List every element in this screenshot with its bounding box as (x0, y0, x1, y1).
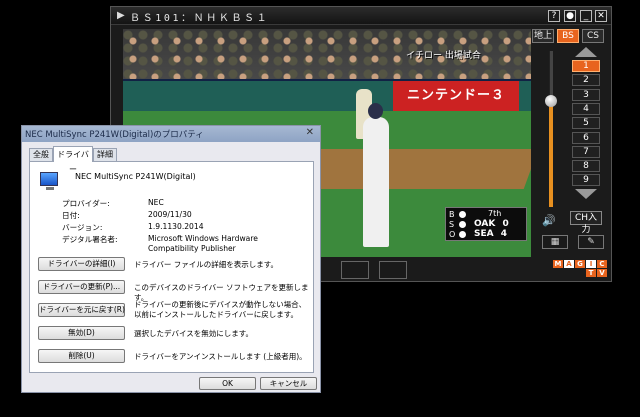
cancel-button[interactable]: キャンセル (260, 377, 317, 390)
channel-title: ＢＳ101：ＮＨＫＢＳ１ (130, 13, 270, 24)
ball-label: B (449, 210, 455, 219)
play-icon: ▶ (117, 10, 125, 21)
logo-letter: V (597, 269, 607, 277)
speaker-icon[interactable]: 🔊 (542, 214, 556, 227)
settings-tool-icon[interactable]: ✎ (578, 235, 604, 249)
driver-details-desc: ドライバー ファイルの詳細を表示します。 (134, 260, 278, 269)
disable-device-desc: 選択したデバイスを無効にします。 (134, 329, 254, 338)
close-button[interactable]: ✕ (595, 10, 607, 22)
logo-letter: M (553, 260, 563, 268)
update-driver-button[interactable]: ドライバーの更新(P)... (38, 280, 125, 294)
channel-button-6[interactable]: 6 (572, 131, 600, 144)
driver-panel: NEC MultiSync P241W(Digital) プロバイダー: NEC… (29, 161, 314, 373)
logo-letter: A (564, 260, 574, 268)
logo-letter: T (586, 269, 596, 277)
prop-value: Microsoft Windows Hardware Compatibility… (148, 234, 258, 253)
channel-input-button[interactable]: CH入力 (570, 211, 602, 235)
bs-button[interactable]: BS (557, 29, 579, 43)
volume-slider-knob[interactable] (545, 94, 557, 107)
bso-labels: B S O (449, 210, 457, 240)
logo-letter: C (597, 260, 607, 268)
inning-label: 7th (488, 209, 502, 218)
magic-tv-logo: MAGICTV (553, 260, 609, 278)
terrestrial-button[interactable]: 地上 (532, 29, 554, 43)
channel-up-arrow[interactable] (575, 47, 597, 57)
dialog-close-icon[interactable]: ✕ (306, 127, 314, 138)
tab-general[interactable]: 全般 (29, 148, 53, 161)
ok-button[interactable]: OK (199, 377, 256, 390)
away-score: 0 (502, 219, 509, 229)
score-row-home: SEA 4 (474, 229, 507, 239)
tv-title-bar[interactable]: ▶ ＢＳ101：ＮＨＫＢＳ１ ? ● _ ✕ (111, 7, 611, 25)
channel-button-3[interactable]: 3 (572, 88, 600, 101)
prop-value: 2009/11/30 (148, 210, 192, 219)
pitcher-player (363, 103, 389, 247)
control-panel: 地上 BS CS 🔊 1 234 567 89 CH入力 ▦ ✎ (532, 29, 611, 259)
device-name: NEC MultiSync P241W(Digital) (75, 172, 196, 181)
volume-slider-fill (549, 100, 553, 207)
channel-button-8[interactable]: 8 (572, 160, 600, 173)
logo-letter: G (575, 260, 585, 268)
home-team: SEA (474, 229, 494, 239)
away-team: OAK (474, 219, 496, 229)
dialog-title: NEC MultiSync P241W(Digital)のプロパティ (25, 130, 204, 140)
channel-button-4[interactable]: 4 (572, 102, 600, 115)
help-button[interactable]: ? (548, 10, 560, 22)
logo-letter: I (586, 260, 596, 268)
bottom-toolbar (321, 261, 541, 279)
channel-button-1[interactable]: 1 (572, 60, 600, 72)
snapshot-icon[interactable] (379, 261, 407, 279)
channel-button-2[interactable]: 2 (572, 74, 600, 87)
prop-key: バージョン: (62, 223, 103, 232)
prop-key: 日付: (62, 211, 80, 220)
channel-button-7[interactable]: 7 (572, 145, 600, 158)
rollback-driver-desc: ドライバーの更新後にデバイスが動作しない場合、以前にインストールしたドライバーに… (134, 300, 307, 319)
uninstall-driver-button[interactable]: 削除(U) (38, 349, 125, 363)
program-guide-icon[interactable]: ▦ (542, 235, 568, 249)
tab-driver[interactable]: ドライバー (53, 146, 93, 174)
strike-light (459, 221, 466, 228)
prop-value: NEC (148, 198, 164, 207)
properties-dialog: NEC MultiSync P241W(Digital)のプロパティ ✕ 全般 … (21, 125, 321, 393)
uninstall-driver-desc: ドライバーをアンインストールします (上級者用)。 (134, 352, 307, 361)
dialog-title-bar[interactable]: NEC MultiSync P241W(Digital)のプロパティ ✕ (22, 126, 320, 142)
out-label: O (449, 230, 456, 239)
scoreboard: B S O 7th OAK 0 SEA 4 (445, 207, 527, 241)
disable-device-button[interactable]: 無効(D) (38, 326, 125, 340)
screen-mode-icon[interactable] (341, 261, 369, 279)
prop-value: 1.9.1130.2014 (148, 222, 204, 231)
driver-details-button[interactable]: ドライバーの詳細(I) (38, 257, 125, 271)
out-light (459, 231, 466, 238)
channel-button-9[interactable]: 9 (572, 174, 600, 187)
cs-button[interactable]: CS (582, 29, 604, 43)
prop-key: デジタル署名者: (62, 235, 118, 244)
channel-button-5[interactable]: 5 (572, 117, 600, 130)
channel-down-arrow[interactable] (575, 189, 597, 199)
record-button[interactable]: ● (564, 10, 576, 22)
strike-label: S (449, 220, 455, 229)
score-row-away: OAK 0 (474, 219, 509, 229)
count-lights (459, 211, 467, 241)
minimize-button[interactable]: _ (580, 10, 592, 22)
broadcast-overlay-text: イチロー 出場試合 (406, 51, 481, 61)
rollback-driver-button[interactable]: ドライバーを元に戻す(R) (38, 303, 125, 317)
prop-key: プロバイダー: (62, 199, 110, 208)
ad-sign: ニンテンドー３ (393, 81, 519, 111)
tab-details[interactable]: 詳細 (93, 148, 117, 161)
desktop: ▶ ＢＳ101：ＮＨＫＢＳ１ ? ● _ ✕ ニンテンドー３ イチロー 出場試合… (0, 0, 640, 417)
home-score: 4 (500, 229, 508, 239)
monitor-icon (40, 172, 58, 190)
ball-light (459, 211, 466, 218)
